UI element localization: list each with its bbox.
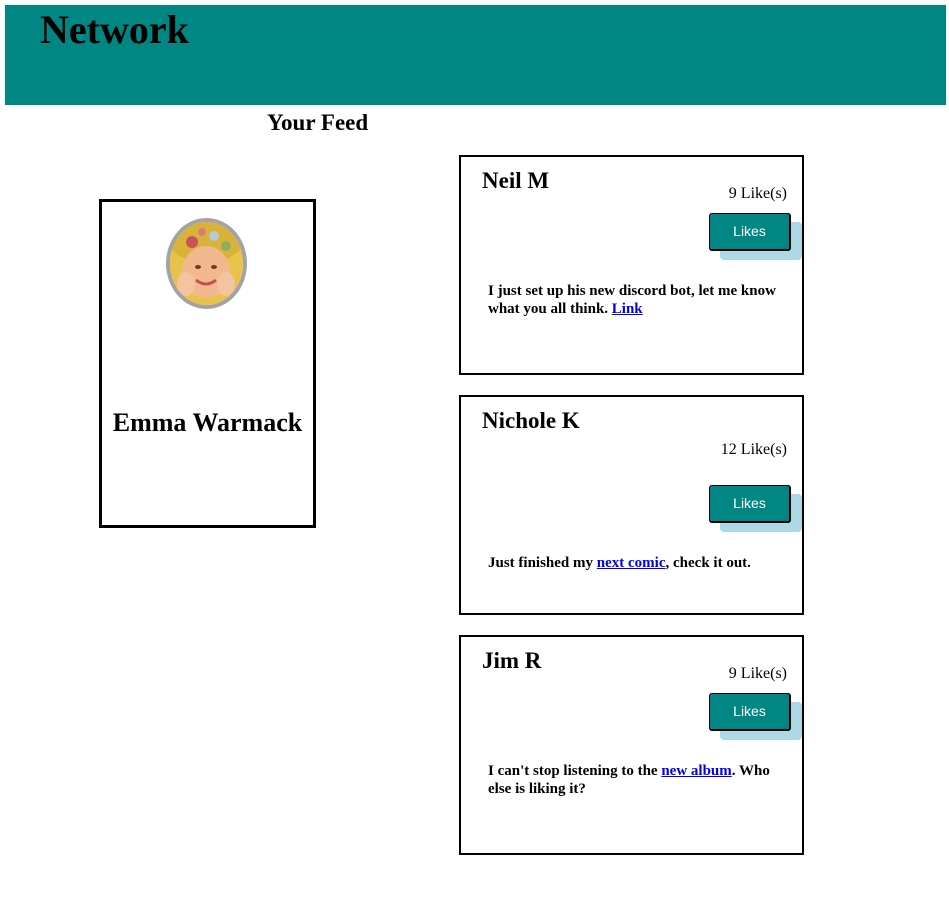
post-link[interactable]: Link <box>612 301 643 317</box>
post-text: I can't stop listening to the new album.… <box>488 762 778 798</box>
profile-photo-icon <box>170 222 243 305</box>
post-text: I just set up his new discord bot, let m… <box>488 282 778 318</box>
profile-card: Emma Warmack <box>99 199 316 528</box>
likes-button[interactable]: Likes <box>709 485 791 523</box>
header-bar: Network <box>5 5 946 105</box>
post-author: Neil M <box>482 168 550 193</box>
post-card: Jim R 9 Like(s) Likes I can't stop liste… <box>459 635 804 855</box>
like-count: 9 Like(s) <box>728 185 787 202</box>
feed-heading: Your Feed <box>267 110 369 135</box>
post-author: Nichole K <box>482 408 580 433</box>
profile-name: Emma Warmack <box>112 408 303 437</box>
like-count: 12 Like(s) <box>720 441 787 458</box>
avatar <box>166 218 247 309</box>
post-text: Just finished my next comic, check it ou… <box>488 554 778 572</box>
site-title: Network <box>40 7 189 52</box>
post-link[interactable]: new album <box>661 763 731 779</box>
likes-button[interactable]: Likes <box>709 693 791 731</box>
like-count: 9 Like(s) <box>728 665 787 682</box>
page: Network Your Feed Emma Warmack Neil M 9 … <box>0 0 949 898</box>
post-link[interactable]: next comic <box>597 555 666 571</box>
likes-button[interactable]: Likes <box>709 213 791 251</box>
post-text-body: Just finished my <box>488 555 597 571</box>
post-author: Jim R <box>482 648 542 673</box>
post-card: Neil M 9 Like(s) Likes I just set up his… <box>459 155 804 375</box>
post-card: Nichole K 12 Like(s) Likes Just finished… <box>459 395 804 615</box>
post-text-body: I can't stop listening to the <box>488 763 662 779</box>
post-text-tail: , check it out. <box>665 555 751 571</box>
